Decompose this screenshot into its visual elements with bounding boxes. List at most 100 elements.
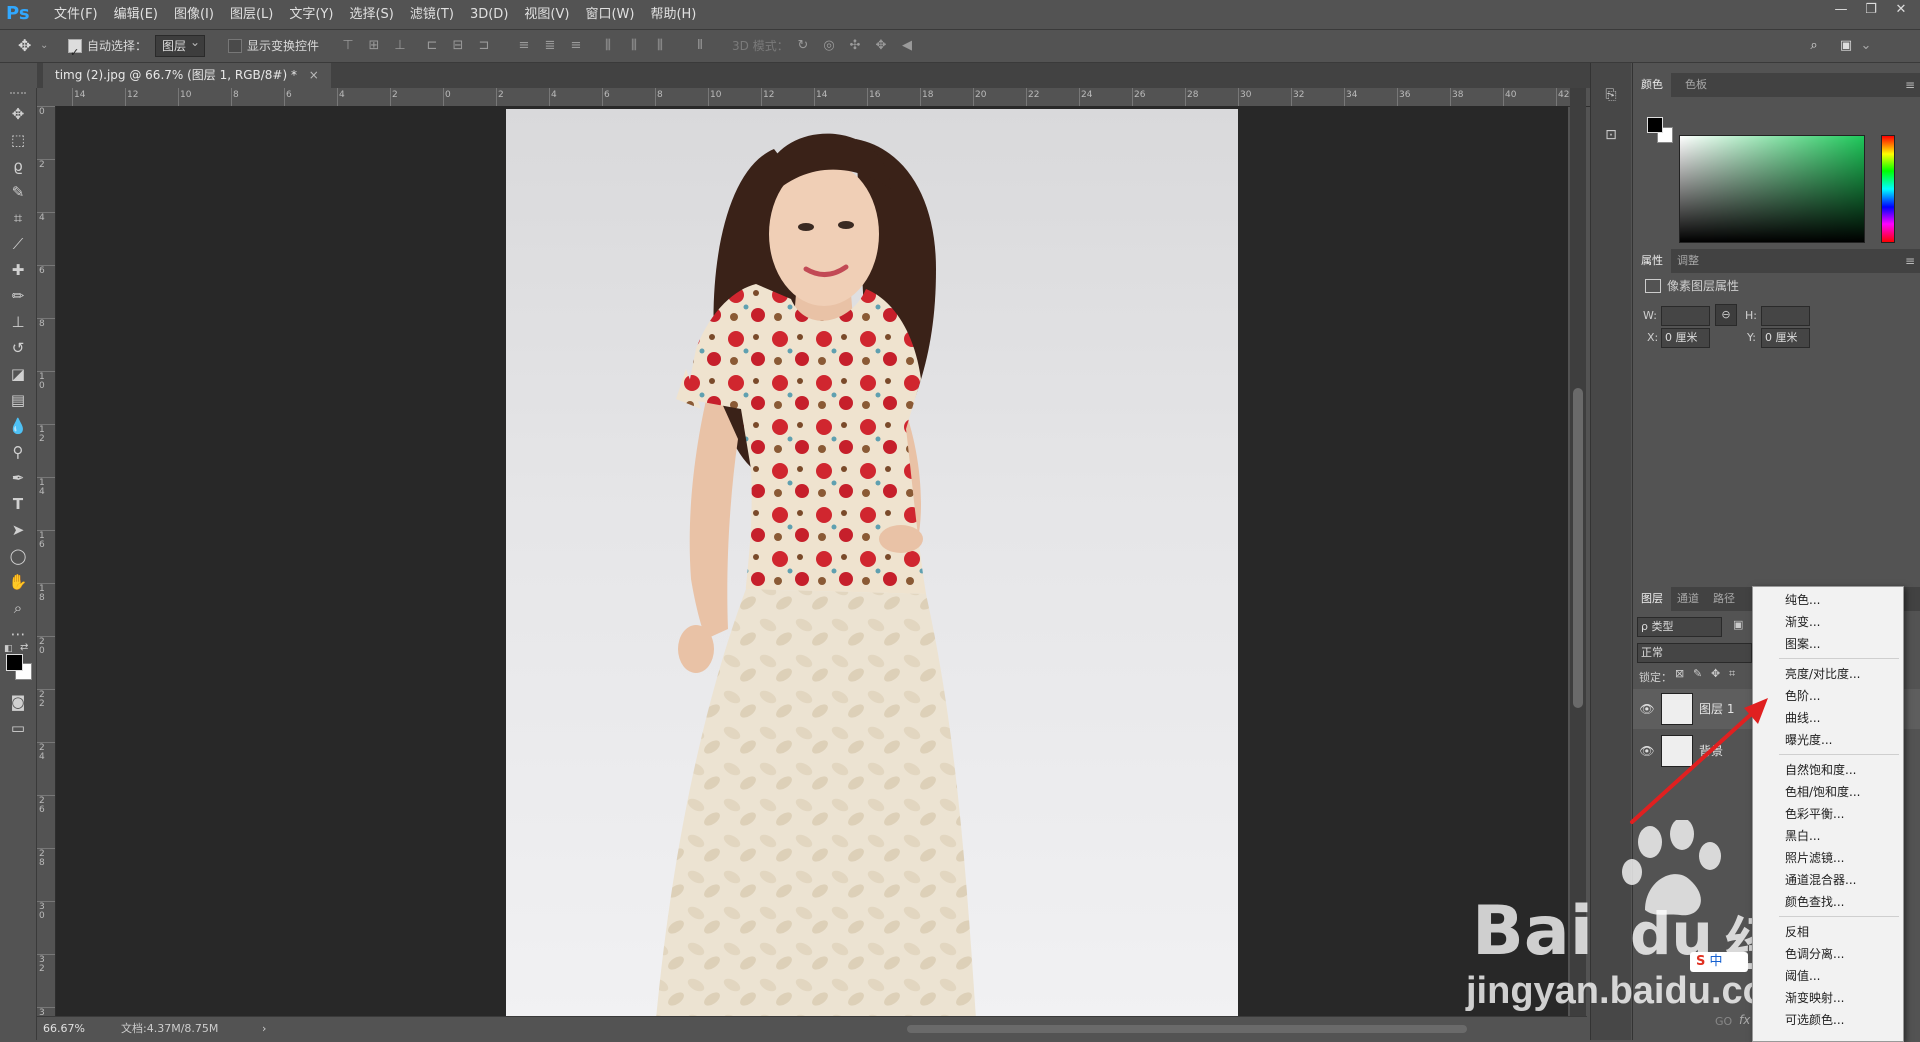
distribute-hcenter-icon[interactable]: ⫼ [626, 38, 642, 54]
distribute-bottom-icon[interactable]: ≡ [568, 38, 584, 54]
menu-filter[interactable]: 滤镜(T) [402, 0, 462, 29]
hand-tool-icon[interactable]: ✋ [4, 570, 32, 594]
properties-panel-menu-icon[interactable]: ≡ [1905, 249, 1915, 273]
clone-stamp-tool-icon[interactable]: ⊥ [4, 310, 32, 334]
adjustment-menu-item[interactable]: 可选颜色... [1753, 1009, 1903, 1031]
distribute-vcenter-icon[interactable]: ≣ [542, 38, 558, 54]
adjustment-menu-item[interactable]: 通道混合器... [1753, 869, 1903, 891]
menu-edit[interactable]: 编辑(E) [106, 0, 166, 29]
align-left-icon[interactable]: ⊏ [424, 38, 440, 54]
move-tool-icon[interactable]: ✥ [18, 30, 31, 62]
horizontal-ruler[interactable]: 14 12 10 8 6 4 2 0 2 4 6 8 10 12 14 16 18 20 22 24 26 28 30 32 3… [56, 88, 1596, 107]
vertical-ruler[interactable]: 0246810121416182022242628303234 [37, 106, 56, 1016]
adjustment-menu-item[interactable]: 纯色... [1753, 589, 1903, 611]
adjustment-menu-item[interactable]: 亮度/对比度... [1753, 663, 1903, 685]
auto-select-dropdown[interactable]: 图层 [155, 30, 206, 62]
gradient-tool-icon[interactable]: ▤ [4, 388, 32, 412]
zoom-level[interactable]: 66.67% [43, 1017, 85, 1041]
y-input[interactable]: 0 厘米 [1761, 328, 1810, 348]
color-panel-menu-icon[interactable]: ≡ [1905, 73, 1915, 97]
filter-pixel-icon[interactable]: ▣ [1733, 618, 1747, 632]
canvas-horizontal-scrollbar[interactable] [287, 1017, 1587, 1041]
quick-mask-icon[interactable]: ◙ [4, 690, 32, 714]
menu-image[interactable]: 图像(I) [166, 0, 222, 29]
menu-file[interactable]: 文件(F) [46, 0, 106, 29]
lasso-tool-icon[interactable]: ϱ [4, 154, 32, 178]
canvas-area[interactable] [56, 106, 1568, 1019]
zoom-tool-icon[interactable]: ⌕ [4, 596, 32, 620]
tab-channels[interactable]: 通道 [1669, 587, 1707, 611]
adjustment-menu-item[interactable]: 阈值... [1753, 965, 1903, 987]
lock-position-icon[interactable]: ✥ [1711, 667, 1720, 680]
swap-colors-icon[interactable]: ⇄ [20, 642, 32, 653]
x-input[interactable]: 0 厘米 [1661, 328, 1710, 348]
tab-adjustments[interactable]: 调整 [1669, 249, 1707, 273]
blend-mode-dropdown[interactable]: 正常 [1637, 643, 1752, 663]
quick-select-tool-icon[interactable]: ✎ [4, 180, 32, 204]
healing-brush-tool-icon[interactable]: ✚ [4, 258, 32, 282]
ime-indicator[interactable]: S 中 [1690, 952, 1748, 972]
color-picker-field[interactable] [1679, 135, 1865, 243]
align-hcenter-icon[interactable]: ⊟ [450, 38, 466, 54]
3d-scale-icon[interactable]: ◀ [899, 38, 915, 54]
screen-mode-icon[interactable]: ▭ [4, 716, 32, 740]
lock-pixels-icon[interactable]: ✎ [1693, 667, 1702, 680]
move-tool-icon[interactable]: ✥ [4, 102, 32, 126]
eraser-tool-icon[interactable]: ◪ [4, 362, 32, 386]
properties-panel-icon[interactable]: ⊡ [1599, 123, 1623, 147]
path-select-tool-icon[interactable]: ➤ [4, 518, 32, 542]
menu-3d[interactable]: 3D(D) [462, 0, 516, 29]
ellipse-tool-icon[interactable]: ◯ [4, 544, 32, 568]
menu-window[interactable]: 窗口(W) [577, 0, 642, 29]
status-menu-arrow-icon[interactable]: › [262, 1017, 266, 1041]
auto-align-icon[interactable]: ⫴ [692, 38, 708, 54]
history-panel-icon[interactable]: ⎘ [1599, 83, 1623, 107]
adjustment-menu-item[interactable]: 渐变... [1753, 611, 1903, 633]
default-colors-icon[interactable]: ◧ [4, 644, 14, 654]
horizontal-scroll-thumb[interactable] [907, 1025, 1467, 1033]
3d-rotate-icon[interactable]: ↻ [795, 38, 811, 54]
adjustment-menu-item[interactable]: 渐变映射... [1753, 987, 1903, 1009]
workspace-chevron-icon[interactable]: ⌄ [1858, 38, 1874, 54]
distribute-right-icon[interactable]: ⫼ [652, 38, 668, 54]
marquee-tool-icon[interactable]: ⬚ [4, 128, 32, 152]
brush-tool-icon[interactable]: ✏ [4, 284, 32, 308]
3d-roll-icon[interactable]: ◎ [821, 38, 837, 54]
align-bottom-icon[interactable]: ⊥ [392, 38, 408, 54]
minimize-button[interactable]: — [1828, 0, 1854, 20]
toolbox-grip[interactable] [10, 92, 26, 100]
lock-transparent-icon[interactable]: ⊠ [1675, 667, 1684, 680]
adjustment-menu-item[interactable]: 照片滤镜... [1753, 847, 1903, 869]
menu-view[interactable]: 视图(V) [516, 0, 577, 29]
blur-tool-icon[interactable]: 💧 [4, 414, 32, 438]
align-top-icon[interactable]: ⊤ [340, 38, 356, 54]
document-tab-close-icon[interactable]: × [309, 68, 319, 82]
photo-canvas[interactable] [506, 109, 1238, 1019]
tab-color[interactable]: 颜色 [1633, 73, 1671, 97]
menu-layer[interactable]: 图层(L) [222, 0, 281, 29]
tab-properties[interactable]: 属性 [1633, 249, 1671, 273]
adjustment-menu-item[interactable]: 颜色查找... [1753, 891, 1903, 913]
3d-slide-icon[interactable]: ✥ [873, 38, 889, 54]
menu-type[interactable]: 文字(Y) [281, 0, 341, 29]
menu-help[interactable]: 帮助(H) [642, 0, 704, 29]
show-transform-checkbox[interactable]: 显示变换控件 [228, 30, 319, 62]
auto-select-checkbox[interactable]: 自动选择： [68, 30, 147, 69]
crop-tool-icon[interactable]: ⌗ [4, 206, 32, 230]
width-input[interactable] [1661, 306, 1710, 326]
vertical-scroll-thumb[interactable] [1573, 388, 1583, 708]
adjustment-menu-item[interactable]: 色调分离... [1753, 943, 1903, 965]
history-brush-tool-icon[interactable]: ↺ [4, 336, 32, 360]
tool-preset-chevron-icon[interactable]: ⌄ [40, 30, 48, 62]
tab-paths[interactable]: 路径 [1705, 587, 1743, 611]
link-dimensions-icon[interactable]: ⊖ [1715, 304, 1737, 326]
adjustment-menu-item[interactable]: 图案... [1753, 633, 1903, 655]
close-button[interactable]: ✕ [1888, 0, 1914, 20]
menu-select[interactable]: 选择(S) [341, 0, 401, 29]
restore-button[interactable]: ❐ [1858, 0, 1884, 20]
height-input[interactable] [1761, 306, 1810, 326]
search-icon[interactable]: ⌕ [1806, 38, 1822, 54]
layer-filter-dropdown[interactable]: ρ 类型 [1637, 617, 1722, 637]
adjustment-menu-item[interactable]: 反相 [1753, 921, 1903, 943]
align-right-icon[interactable]: ⊐ [476, 38, 492, 54]
